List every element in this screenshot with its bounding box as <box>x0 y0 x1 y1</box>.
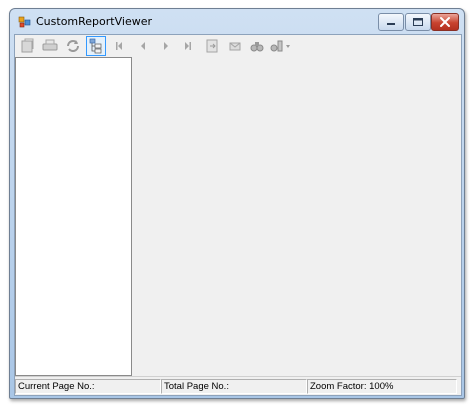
last-page-icon <box>185 42 191 50</box>
find-icon <box>250 42 264 52</box>
app-window: CustomReportViewer Current Page No.: Tot… <box>9 8 465 399</box>
email-icon <box>229 42 241 51</box>
email-button[interactable] <box>226 37 244 55</box>
document-map-icon <box>89 38 102 54</box>
minimize-icon <box>387 23 395 25</box>
find-button[interactable] <box>248 37 266 55</box>
maximize-button[interactable] <box>405 13 431 31</box>
export-icon <box>206 39 218 53</box>
find-options-icon <box>270 40 290 52</box>
title-bar[interactable]: CustomReportViewer <box>10 9 464 35</box>
close-button[interactable] <box>431 13 459 31</box>
minimize-button[interactable] <box>378 13 404 31</box>
zoom-factor-label: Zoom Factor: 100% <box>307 379 457 394</box>
refresh-icon <box>67 40 79 52</box>
print-icon <box>42 39 58 51</box>
app-icon <box>18 15 32 29</box>
total-page-label: Total Page No.: <box>161 379 307 394</box>
open-icon <box>21 38 34 53</box>
maximize-icon <box>413 18 423 26</box>
last-page-button[interactable] <box>179 37 197 55</box>
previous-page-button[interactable] <box>134 37 152 55</box>
status-bar: Current Page No.: Total Page No.: Zoom F… <box>15 376 461 395</box>
previous-page-icon <box>141 42 145 50</box>
next-page-icon <box>164 42 168 50</box>
client-area: Current Page No.: Total Page No.: Zoom F… <box>14 34 462 396</box>
window-title: CustomReportViewer <box>36 15 152 28</box>
print-button[interactable] <box>41 37 59 55</box>
next-page-button[interactable] <box>157 37 175 55</box>
close-icon <box>440 17 450 27</box>
current-page-label: Current Page No.: <box>15 379 161 394</box>
report-view-area[interactable] <box>132 57 461 376</box>
refresh-button[interactable] <box>64 37 82 55</box>
first-page-icon <box>116 42 122 50</box>
open-button[interactable] <box>19 37 37 55</box>
find-options-button[interactable] <box>269 37 293 55</box>
export-button[interactable] <box>203 37 221 55</box>
report-toolbar <box>15 35 461 57</box>
document-map-button[interactable] <box>86 36 106 56</box>
first-page-button[interactable] <box>110 37 128 55</box>
document-map-pane[interactable] <box>15 57 132 376</box>
